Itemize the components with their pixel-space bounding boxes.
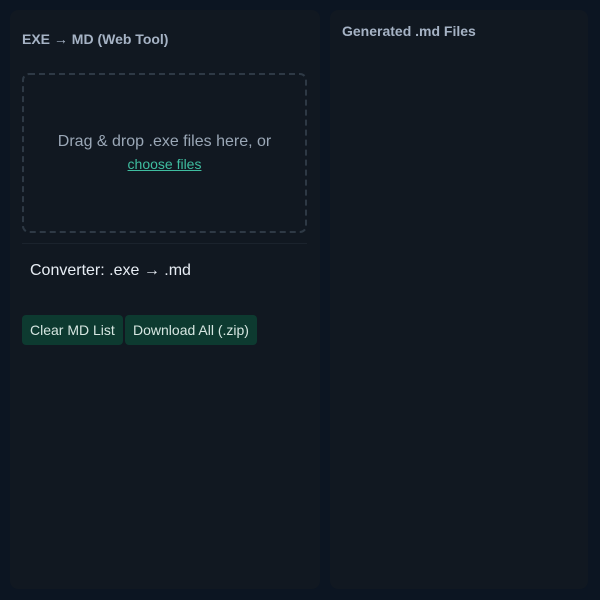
converter-panel: EXE → MD (Web Tool) Drag & drop .exe fil… — [10, 10, 320, 589]
panel-title: EXE → MD (Web Tool) — [22, 31, 169, 47]
divider — [22, 243, 307, 244]
file-dropzone[interactable]: Drag & drop .exe files here, or choose f… — [22, 73, 307, 233]
panel-title: Generated .md Files — [342, 23, 476, 39]
clear-md-list-button[interactable]: Clear MD List — [22, 315, 123, 345]
converter-label: Converter: .exe → .md — [30, 262, 191, 279]
generated-files-panel: Generated .md Files — [330, 10, 588, 589]
dropzone-text: Drag & drop .exe files here, or — [57, 133, 272, 150]
choose-files-link[interactable]: choose files — [24, 156, 305, 172]
download-all-button[interactable]: Download All (.zip) — [125, 315, 257, 345]
